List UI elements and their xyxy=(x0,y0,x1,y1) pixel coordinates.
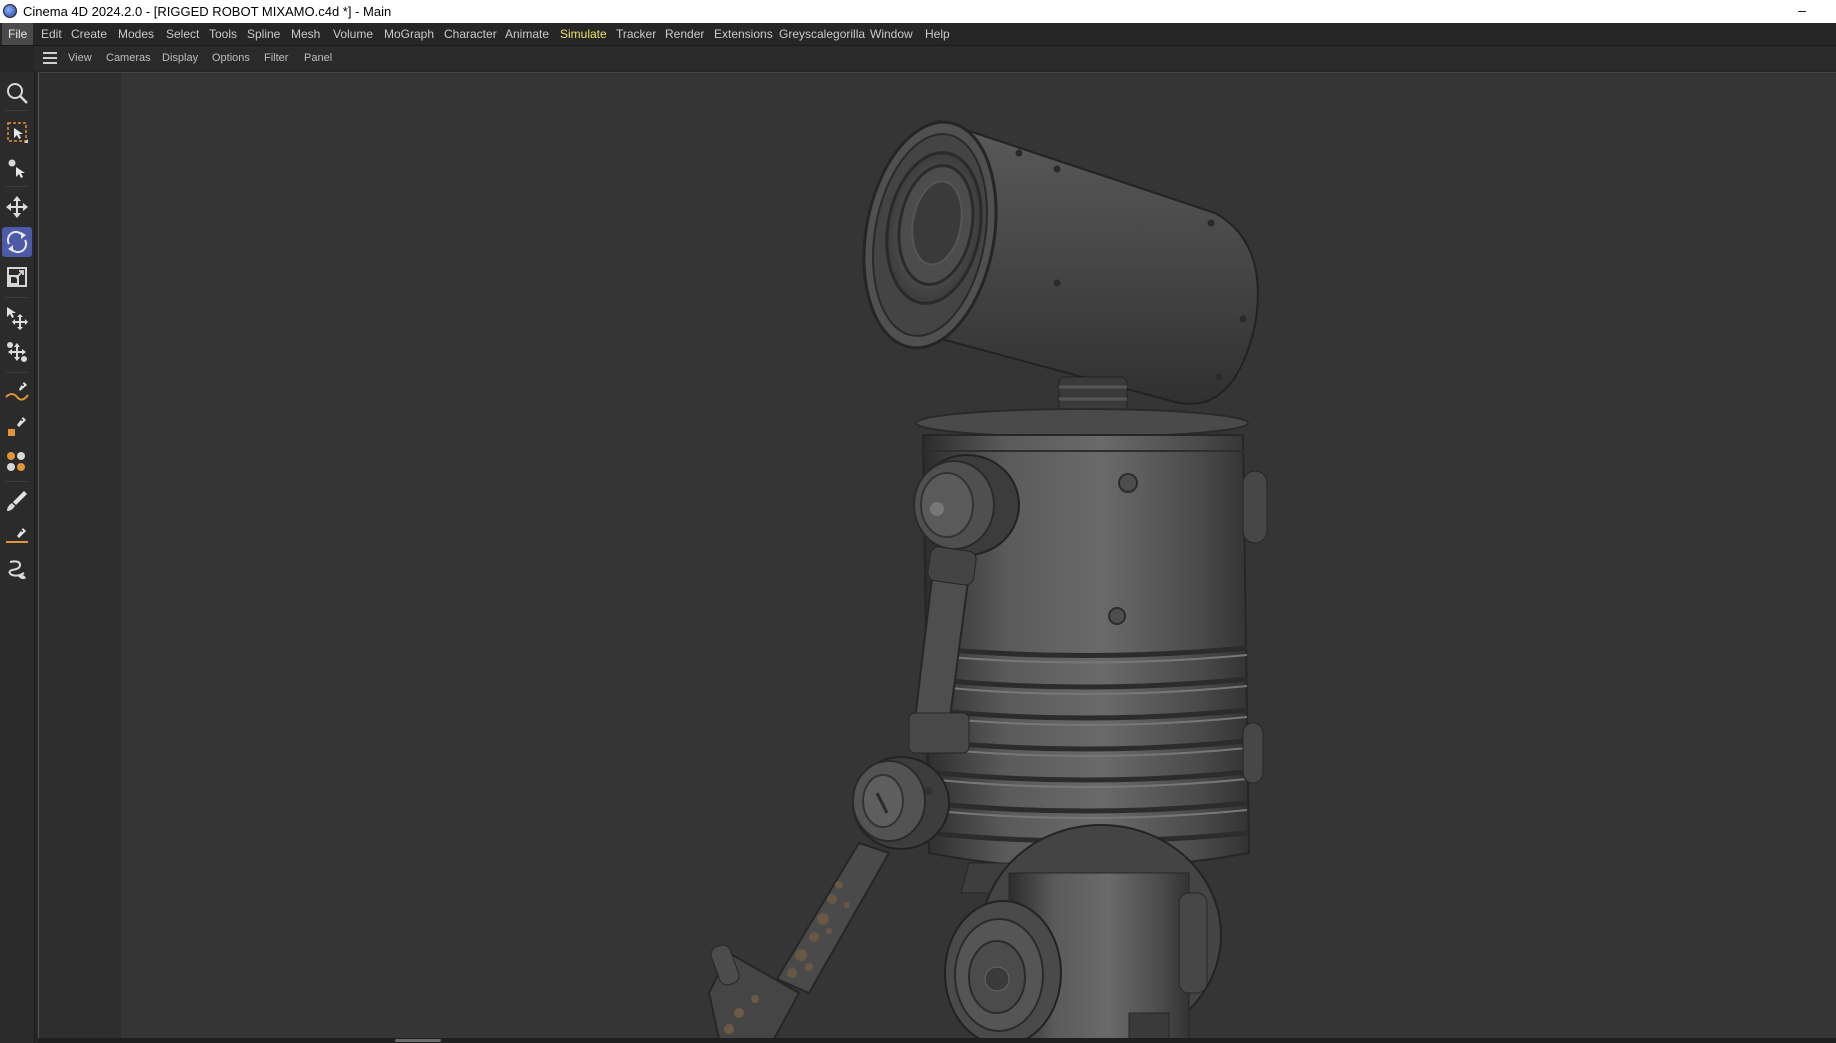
scale-icon[interactable] xyxy=(2,262,32,292)
menu-edit[interactable]: Edit xyxy=(41,23,62,45)
viewport-menubar: View Cameras Display Options Filter Pane… xyxy=(34,46,1836,70)
minimize-button[interactable]: – xyxy=(1792,2,1812,20)
window-title: Cinema 4D 2024.2.0 - [RIGGED ROBOT MIXAM… xyxy=(23,4,392,19)
menu-file[interactable]: File xyxy=(2,23,34,45)
3d-viewport[interactable] xyxy=(38,72,1836,1039)
live-selection-icon[interactable] xyxy=(2,117,32,147)
viewport-menu-panel[interactable]: Panel xyxy=(304,46,332,70)
move-icon[interactable] xyxy=(2,192,32,222)
tweak-icon[interactable] xyxy=(2,152,32,182)
spline-arc-icon[interactable] xyxy=(2,520,32,550)
menu-mograph[interactable]: MoGraph xyxy=(384,23,434,45)
viewport-scrollbar-thumb[interactable] xyxy=(395,1039,441,1042)
spline-sketch-icon[interactable] xyxy=(2,412,32,442)
search-icon[interactable] xyxy=(2,78,32,108)
toolbar-divider xyxy=(6,297,28,298)
viewport-scrollbar-track[interactable] xyxy=(38,1038,1836,1043)
transfer-icon[interactable] xyxy=(2,302,32,332)
menu-window[interactable]: Window xyxy=(870,23,913,45)
knife-icon[interactable] xyxy=(2,555,32,585)
toolbar-divider xyxy=(6,110,28,111)
menu-tracker[interactable]: Tracker xyxy=(616,23,656,45)
menu-modes[interactable]: Modes xyxy=(118,23,154,45)
rotate-icon[interactable] xyxy=(2,227,32,257)
menu-help[interactable]: Help xyxy=(925,23,950,45)
spline-pen-icon[interactable] xyxy=(2,377,32,407)
hamburger-menu-icon[interactable] xyxy=(43,52,57,64)
main-menubar: File Edit Create Modes Select Tools Spli… xyxy=(0,23,1836,46)
menu-spline[interactable]: Spline xyxy=(247,23,280,45)
tool-palette xyxy=(0,72,35,1043)
axis-move-icon[interactable] xyxy=(2,337,32,367)
viewport-menu-options[interactable]: Options xyxy=(212,46,250,70)
menu-character[interactable]: Character xyxy=(444,23,497,45)
cinema4d-logo-icon xyxy=(3,4,17,18)
toolbar-divider xyxy=(6,481,28,482)
menu-extensions[interactable]: Extensions xyxy=(714,23,773,45)
menu-tools[interactable]: Tools xyxy=(209,23,237,45)
menu-create[interactable]: Create xyxy=(71,23,107,45)
menu-select[interactable]: Select xyxy=(166,23,199,45)
menu-greyscalegorilla[interactable]: Greyscalegorilla xyxy=(779,23,865,45)
menu-volume[interactable]: Volume xyxy=(333,23,373,45)
viewport-menu-display[interactable]: Display xyxy=(162,46,198,70)
toolbar-divider xyxy=(6,372,28,373)
menu-render[interactable]: Render xyxy=(665,23,704,45)
menu-mesh[interactable]: Mesh xyxy=(291,23,320,45)
brush-icon[interactable] xyxy=(2,486,32,516)
toolbar-divider xyxy=(6,186,28,187)
viewport-menu-cameras[interactable]: Cameras xyxy=(106,46,151,70)
menu-animate[interactable]: Animate xyxy=(505,23,549,45)
spline-smooth-icon[interactable] xyxy=(2,447,32,477)
viewport-menu-view[interactable]: View xyxy=(68,46,92,70)
window-titlebar: Cinema 4D 2024.2.0 - [RIGGED ROBOT MIXAM… xyxy=(0,0,1836,23)
menu-simulate[interactable]: Simulate xyxy=(560,23,607,45)
robot-model-render xyxy=(707,119,1268,1039)
viewport-menu-filter[interactable]: Filter xyxy=(264,46,288,70)
